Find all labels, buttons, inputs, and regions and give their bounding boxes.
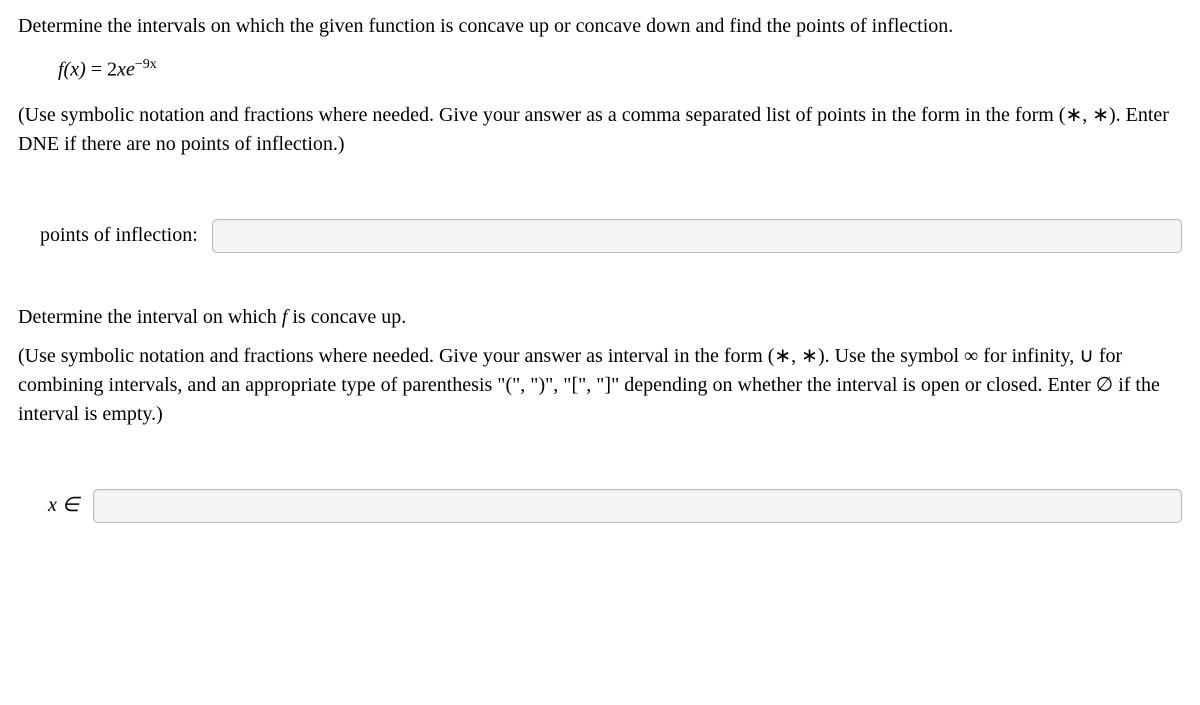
prompt-pre: Determine the interval on which [18, 306, 282, 328]
instruction-2: (Use symbolic notation and fractions whe… [18, 342, 1182, 429]
inflection-input[interactable] [212, 219, 1182, 253]
coef: 2 [107, 59, 117, 81]
instruction-1: (Use symbolic notation and fractions whe… [18, 101, 1182, 159]
prompt-post: is concave up. [287, 306, 406, 328]
concave-up-answer-row: x ∈ [18, 489, 1182, 523]
concave-up-input[interactable] [93, 489, 1182, 523]
inflection-answer-row: points of inflection: [18, 219, 1182, 253]
inflection-label: points of inflection: [40, 221, 198, 250]
concave-up-prompt: Determine the interval on which f is con… [18, 303, 1182, 332]
function-lhs: f(x) [58, 59, 86, 81]
problem-intro: Determine the intervals on which the giv… [18, 12, 1182, 41]
e-base: e [126, 59, 135, 81]
function-definition: f(x) = 2xe−9x [58, 55, 1182, 85]
exponent: −9x [135, 57, 157, 72]
x-element-label: x ∈ [48, 491, 79, 520]
var-x: x [117, 59, 126, 81]
eq-sign: = [86, 59, 107, 81]
